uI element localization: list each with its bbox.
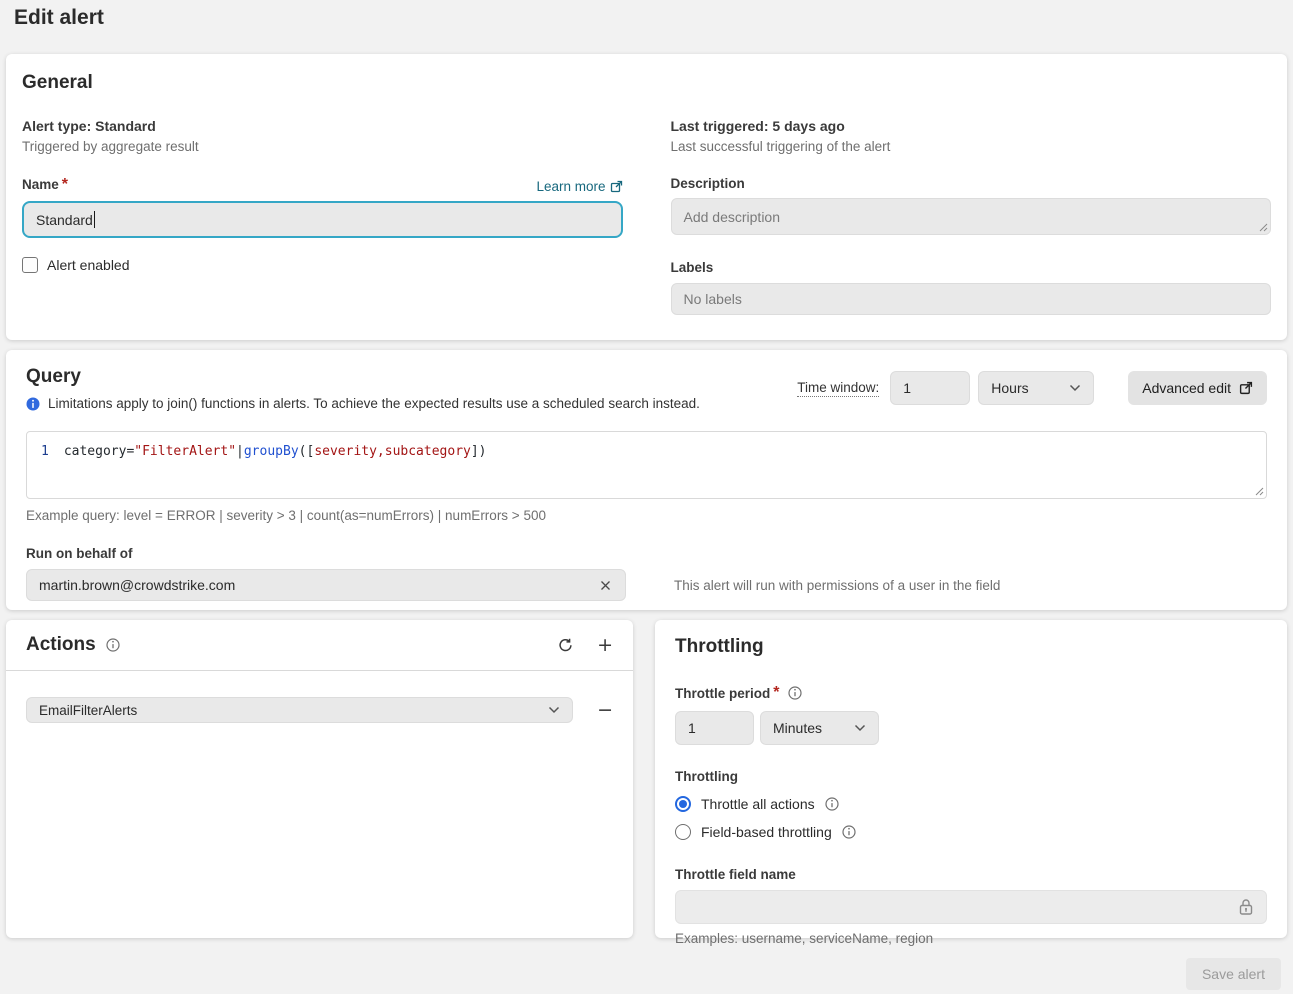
query-heading-block: Query Limitations apply to join() functi… — [26, 366, 700, 411]
time-window-unit-select[interactable]: Hours — [978, 371, 1094, 405]
run-on-behalf-label: Run on behalf of — [26, 546, 1267, 561]
text-cursor — [94, 211, 96, 228]
lock-icon — [1238, 898, 1254, 916]
time-window-label: Time window: — [797, 380, 879, 397]
throttle-examples-text: Examples: username, serviceName, region — [675, 931, 1267, 946]
example-query-text: Example query: level = ERROR | severity … — [26, 508, 1267, 523]
general-heading: General — [22, 72, 1271, 94]
description-label: Description — [671, 176, 1272, 191]
add-action-icon[interactable]: + — [597, 636, 613, 655]
general-right-column: Last triggered: 5 days ago Last successf… — [671, 118, 1272, 315]
query-info-text: Limitations apply to join() functions in… — [48, 396, 700, 411]
line-number: 1 — [41, 444, 49, 459]
labels-placeholder: No labels — [684, 291, 742, 307]
name-label-group: Name* — [22, 176, 68, 194]
description-textarea[interactable]: Add description — [671, 198, 1272, 235]
last-triggered-label: Last triggered: 5 days ago — [671, 118, 1272, 134]
query-info-row: Limitations apply to join() functions in… — [26, 396, 700, 411]
resize-handle-icon — [1259, 223, 1268, 232]
actions-section: Actions + EmailFilt — [6, 620, 633, 938]
run-on-behalf-row: martin.brown@crowdstrike.com This alert … — [26, 569, 1267, 601]
time-window-value: 1 — [903, 380, 911, 396]
action-select-value: EmailFilterAlerts — [39, 703, 137, 718]
throttling-mode-label: Throttling — [675, 769, 1267, 784]
edit-alert-page: Edit alert General Alert type: Standard … — [0, 0, 1293, 994]
chevron-down-icon — [854, 724, 866, 732]
name-input[interactable]: Standard — [22, 201, 623, 238]
throttle-field-name-input — [675, 890, 1267, 924]
query-header: Query Limitations apply to join() functi… — [26, 366, 1267, 411]
external-link-icon — [1239, 381, 1253, 395]
alert-type-label: Alert type: Standard — [22, 118, 623, 134]
info-icon — [106, 638, 120, 652]
query-code-line: category="FilterAlert"|groupBy([severity… — [64, 444, 487, 459]
info-icon — [842, 825, 856, 839]
info-icon — [825, 797, 839, 811]
actions-tools: + — [558, 636, 613, 655]
advanced-edit-button[interactable]: Advanced edit — [1128, 371, 1267, 405]
throttle-period-label: Throttle period — [675, 686, 770, 701]
advanced-edit-label: Advanced edit — [1142, 380, 1231, 396]
general-section: General Alert type: Standard Triggered b… — [6, 54, 1287, 340]
alert-enabled-label: Alert enabled — [47, 257, 130, 273]
required-asterisk: * — [62, 176, 68, 193]
throttle-field-name-label: Throttle field name — [675, 867, 1267, 882]
alert-enabled-checkbox[interactable] — [22, 257, 38, 273]
info-icon — [788, 686, 802, 700]
required-asterisk: * — [773, 684, 779, 702]
field-based-option[interactable]: Field-based throttling — [675, 824, 1267, 840]
run-on-behalf-value: martin.brown@crowdstrike.com — [39, 577, 235, 593]
time-window-input[interactable]: 1 — [890, 371, 970, 405]
alert-enabled-row[interactable]: Alert enabled — [22, 257, 623, 273]
chevron-down-icon — [548, 706, 560, 714]
throttling-heading: Throttling — [675, 636, 1267, 658]
page-title: Edit alert — [0, 0, 1293, 54]
field-based-label: Field-based throttling — [701, 824, 832, 840]
throttle-period-label-row: Throttle period* — [675, 684, 1267, 702]
name-label-row: Name* Learn more — [22, 176, 623, 194]
throttling-section: Throttling Throttle period* 1 Minutes — [655, 620, 1287, 938]
info-icon — [26, 397, 40, 411]
actions-body: EmailFilterAlerts − — [6, 671, 633, 749]
learn-more-label: Learn more — [536, 179, 605, 194]
last-triggered-help: Last successful triggering of the alert — [671, 139, 1272, 154]
run-on-behalf-input[interactable]: martin.brown@crowdstrike.com — [26, 569, 626, 601]
refresh-icon[interactable] — [558, 638, 573, 653]
throttle-all-radio[interactable] — [675, 796, 691, 812]
throttle-all-label: Throttle all actions — [701, 796, 815, 812]
description-placeholder: Add description — [684, 209, 781, 225]
chevron-down-icon — [1069, 384, 1081, 392]
name-input-value: Standard — [36, 212, 93, 228]
query-section: Query Limitations apply to join() functi… — [6, 350, 1287, 610]
alert-type-help: Triggered by aggregate result — [22, 139, 623, 154]
save-alert-button[interactable]: Save alert — [1186, 958, 1281, 990]
name-label: Name — [22, 177, 59, 192]
bottom-row: Actions + EmailFilt — [6, 620, 1287, 938]
query-heading: Query — [26, 366, 700, 388]
learn-more-link[interactable]: Learn more — [536, 179, 622, 194]
query-controls: Time window: 1 Hours Advanced edit — [797, 371, 1267, 405]
query-editor[interactable]: 1 category="FilterAlert"|groupBy([severit… — [26, 431, 1267, 499]
general-left-column: Alert type: Standard Triggered by aggreg… — [22, 118, 623, 315]
throttle-period-unit-value: Minutes — [773, 720, 822, 736]
throttle-period-row: 1 Minutes — [675, 711, 1267, 745]
external-link-icon — [610, 180, 623, 193]
field-based-radio[interactable] — [675, 824, 691, 840]
throttle-period-unit-select[interactable]: Minutes — [760, 711, 879, 745]
labels-input[interactable]: No labels — [671, 283, 1272, 315]
resize-handle-icon — [1255, 487, 1264, 496]
actions-heading: Actions — [26, 634, 96, 656]
throttle-period-value: 1 — [688, 720, 696, 736]
action-row: EmailFilterAlerts − — [26, 697, 613, 723]
run-on-behalf-help: This alert will run with permissions of … — [674, 578, 1000, 593]
clear-icon[interactable] — [598, 578, 613, 593]
actions-header: Actions + — [6, 620, 633, 671]
labels-label: Labels — [671, 260, 1272, 275]
throttle-all-option[interactable]: Throttle all actions — [675, 796, 1267, 812]
actions-heading-group: Actions — [26, 634, 120, 656]
remove-action-icon[interactable]: − — [597, 701, 613, 720]
action-select[interactable]: EmailFilterAlerts — [26, 697, 573, 723]
throttle-period-input[interactable]: 1 — [675, 711, 754, 745]
time-window-unit-value: Hours — [991, 380, 1028, 396]
